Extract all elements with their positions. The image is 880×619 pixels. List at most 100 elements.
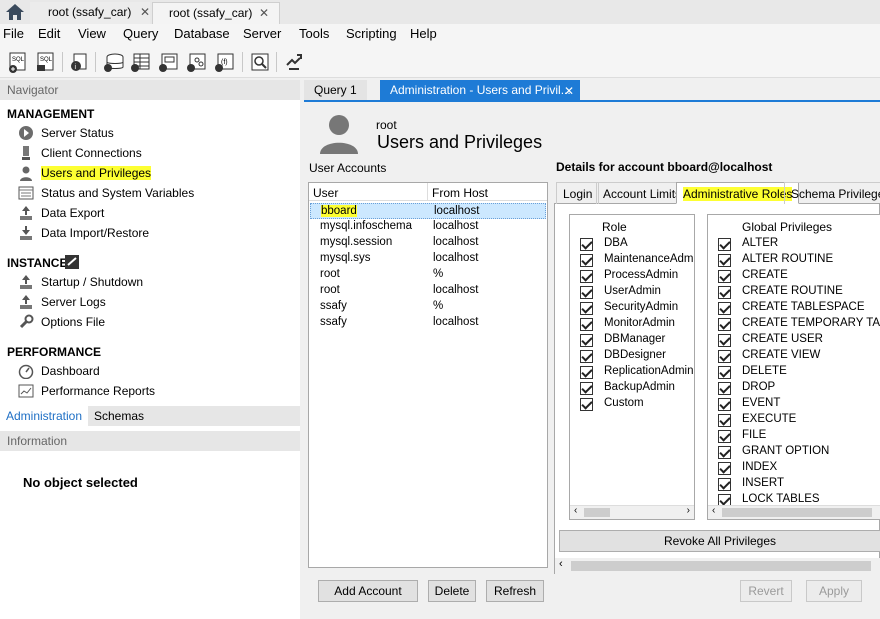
privilege-checkbox[interactable] xyxy=(718,350,731,363)
tab-administration-users[interactable]: Administration - Users and Privil... ✕ xyxy=(380,80,580,100)
table-row[interactable]: mysql.session localhost xyxy=(310,235,546,251)
menu-help[interactable]: Help xyxy=(410,26,437,41)
tab-schemas[interactable]: Schemas xyxy=(88,406,150,426)
role-checkbox[interactable] xyxy=(580,382,593,395)
create-function-icon[interactable]: (f) xyxy=(214,51,236,73)
account-user: ssafy xyxy=(320,300,347,312)
privilege-checkbox[interactable] xyxy=(718,414,731,427)
role-checkbox[interactable] xyxy=(580,302,593,315)
menu-view[interactable]: View xyxy=(78,26,106,41)
column-header-user[interactable]: User xyxy=(313,186,338,200)
server-logs-icon xyxy=(20,295,32,309)
role-checkbox[interactable] xyxy=(580,254,593,267)
privileges-scrollbar[interactable]: ‹ xyxy=(708,505,880,519)
privilege-label: CREATE TEMPORARY TABLE xyxy=(742,317,880,329)
account-host: localhost xyxy=(433,236,479,248)
account-host: localhost xyxy=(433,220,479,232)
scroll-left-icon[interactable]: ‹ xyxy=(712,505,715,516)
reconnect-icon[interactable] xyxy=(283,51,305,73)
performance-reports-icon xyxy=(18,384,34,398)
close-icon[interactable]: ✕ xyxy=(564,84,574,98)
close-icon[interactable]: ✕ xyxy=(140,5,150,19)
delete-button[interactable]: Delete xyxy=(428,580,476,602)
account-host: localhost xyxy=(433,284,479,296)
scroll-thumb[interactable] xyxy=(584,508,610,517)
privilege-checkbox[interactable] xyxy=(718,302,731,315)
table-row[interactable]: root localhost xyxy=(310,283,546,299)
scroll-right-icon[interactable]: › xyxy=(687,505,690,516)
table-row[interactable]: ssafy localhost xyxy=(310,315,546,331)
privilege-checkbox[interactable] xyxy=(718,398,731,411)
tab-login[interactable]: Login xyxy=(556,182,600,204)
connection-tab-2[interactable]: root (ssafy_car) ✕ xyxy=(152,2,280,24)
role-checkbox[interactable] xyxy=(580,238,593,251)
table-row[interactable]: mysql.sys localhost xyxy=(310,251,546,267)
column-header-host[interactable]: From Host xyxy=(432,186,488,200)
revert-button[interactable]: Revert xyxy=(740,580,792,602)
menu-database[interactable]: Database xyxy=(174,26,230,41)
information-header: Information xyxy=(0,431,300,451)
menu-file[interactable]: File xyxy=(3,26,24,41)
close-icon[interactable]: ✕ xyxy=(259,6,269,20)
table-row[interactable]: ssafy% xyxy=(310,299,546,315)
tab-account-limits[interactable]: Account Limits xyxy=(596,182,689,204)
privilege-checkbox[interactable] xyxy=(718,478,731,491)
privilege-checkbox[interactable] xyxy=(718,286,731,299)
privilege-checkbox[interactable] xyxy=(718,446,731,459)
connection-tab-1[interactable]: root (ssafy_car) ✕ xyxy=(30,2,150,24)
menu-scripting[interactable]: Scripting xyxy=(346,26,397,41)
new-sql-tab-icon[interactable]: SQL xyxy=(7,51,29,73)
scroll-left-icon[interactable]: ‹ xyxy=(559,558,563,570)
role-checkbox[interactable] xyxy=(580,270,593,283)
privilege-checkbox[interactable] xyxy=(718,270,731,283)
create-procedure-icon[interactable] xyxy=(186,51,208,73)
navigator-sidebar: Navigator MANAGEMENT Server Status Clien… xyxy=(0,80,300,619)
privilege-checkbox[interactable] xyxy=(718,238,731,251)
role-checkbox[interactable] xyxy=(580,334,593,347)
role-checkbox[interactable] xyxy=(580,398,593,411)
privilege-checkbox[interactable] xyxy=(718,430,731,443)
server-status-icon xyxy=(19,126,33,140)
role-label: SecurityAdmin xyxy=(604,301,679,313)
create-schema-icon[interactable] xyxy=(103,51,125,73)
privilege-checkbox[interactable] xyxy=(718,334,731,347)
create-table-icon[interactable] xyxy=(130,51,152,73)
privilege-checkbox[interactable] xyxy=(718,366,731,379)
roles-list: Role DBA MaintenanceAdmi ProcessAdmin UserA… xyxy=(569,214,695,520)
role-checkbox[interactable] xyxy=(580,350,593,363)
table-row[interactable]: root% xyxy=(310,267,546,283)
refresh-button[interactable]: Refresh xyxy=(486,580,544,602)
table-row[interactable]: mysql.infoschema localhost xyxy=(310,219,546,235)
table-row[interactable]: bboard localhost xyxy=(310,203,546,219)
scroll-thumb[interactable] xyxy=(722,508,872,517)
add-account-button[interactable]: Add Account xyxy=(318,580,418,602)
privilege-checkbox[interactable] xyxy=(718,254,731,267)
menu-query[interactable]: Query xyxy=(123,26,158,41)
home-icon[interactable] xyxy=(4,2,26,22)
privilege-label: DELETE xyxy=(742,365,787,377)
menu-server[interactable]: Server xyxy=(243,26,281,41)
open-sql-script-icon[interactable]: SQL xyxy=(35,51,57,73)
menu-tools[interactable]: Tools xyxy=(299,26,329,41)
role-checkbox[interactable] xyxy=(580,286,593,299)
tab-administrative-roles[interactable]: Administrative Roles xyxy=(676,182,800,204)
panel-scrollbar[interactable]: ‹ xyxy=(555,558,880,574)
account-host: localhost xyxy=(433,252,479,264)
roles-scrollbar[interactable]: ‹ › xyxy=(570,505,694,519)
menu-edit[interactable]: Edit xyxy=(38,26,60,41)
privilege-checkbox[interactable] xyxy=(718,318,731,331)
search-table-data-icon[interactable] xyxy=(249,51,271,73)
privilege-checkbox[interactable] xyxy=(718,462,731,475)
scroll-thumb[interactable] xyxy=(571,561,871,571)
apply-button[interactable]: Apply xyxy=(806,580,862,602)
role-checkbox[interactable] xyxy=(580,366,593,379)
scroll-left-icon[interactable]: ‹ xyxy=(574,505,577,516)
role-checkbox[interactable] xyxy=(580,318,593,331)
revoke-all-privileges-button[interactable]: Revoke All Privileges xyxy=(559,530,880,552)
inspector-icon[interactable]: i xyxy=(68,51,90,73)
tab-administration[interactable]: Administration xyxy=(0,406,89,426)
tab-query-1[interactable]: Query 1 xyxy=(304,80,367,100)
create-view-icon[interactable] xyxy=(158,51,180,73)
privilege-checkbox[interactable] xyxy=(718,382,731,395)
tab-schema-privileges[interactable]: Schema Privileges xyxy=(784,182,880,204)
